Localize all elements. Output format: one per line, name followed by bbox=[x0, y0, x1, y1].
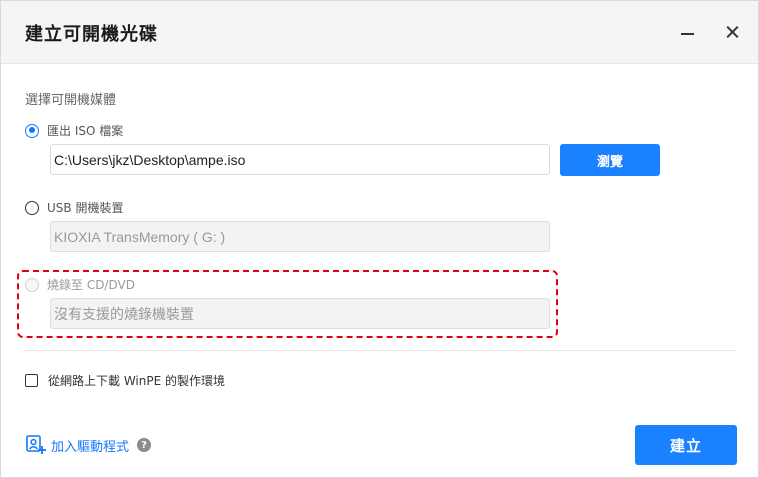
radio-burn-cd-dvd-button[interactable] bbox=[25, 277, 39, 292]
add-driver-link[interactable]: 加入驅動程式 ? bbox=[25, 434, 152, 456]
radio-burn-cd-dvd[interactable]: 燒錄至 CD/DVD bbox=[25, 276, 135, 293]
radio-burn-cd-dvd-label: 燒錄至 CD/DVD bbox=[47, 278, 135, 292]
winpe-download-label: 從網路上下載 WinPE 的製作環境 bbox=[48, 374, 225, 388]
radio-export-iso-button[interactable] bbox=[25, 123, 39, 138]
burner-device-select[interactable]: 沒有支援的燒錄機裝置 bbox=[50, 298, 550, 329]
radio-usb-device[interactable]: USB 開機裝置 bbox=[25, 199, 123, 216]
close-icon[interactable] bbox=[721, 20, 745, 44]
browse-button[interactable]: 瀏覽 bbox=[560, 144, 660, 176]
add-driver-label[interactable]: 加入驅動程式 bbox=[51, 436, 129, 455]
title-bar: 建立可開機光碟 bbox=[1, 1, 758, 64]
radio-export-iso-label: 匯出 ISO 檔案 bbox=[47, 124, 124, 138]
dialog-title: 建立可開機光碟 bbox=[25, 24, 158, 45]
winpe-download-checkbox[interactable] bbox=[25, 374, 38, 387]
media-section-label: 選擇可開機媒體 bbox=[25, 93, 117, 108]
usb-device-select[interactable]: KIOXIA TransMemory ( G: ) bbox=[50, 221, 550, 252]
radio-usb-device-label: USB 開機裝置 bbox=[47, 201, 124, 215]
radio-usb-device-button[interactable] bbox=[25, 200, 39, 215]
divider bbox=[25, 350, 737, 351]
add-driver-icon bbox=[26, 435, 46, 454]
create-bootable-disc-dialog: 建立可開機光碟 選擇可開機媒體 匯出 ISO 檔案 C:\Users\jkz\D… bbox=[0, 0, 759, 478]
iso-path-input[interactable]: C:\Users\jkz\Desktop\ampe.iso bbox=[50, 144, 550, 175]
help-icon[interactable]: ? bbox=[137, 438, 152, 452]
create-button[interactable]: 建立 bbox=[635, 425, 737, 465]
winpe-download-option[interactable]: 從網路上下載 WinPE 的製作環境 bbox=[25, 372, 225, 389]
minimize-icon[interactable] bbox=[675, 20, 699, 44]
radio-export-iso[interactable]: 匯出 ISO 檔案 bbox=[25, 122, 123, 139]
